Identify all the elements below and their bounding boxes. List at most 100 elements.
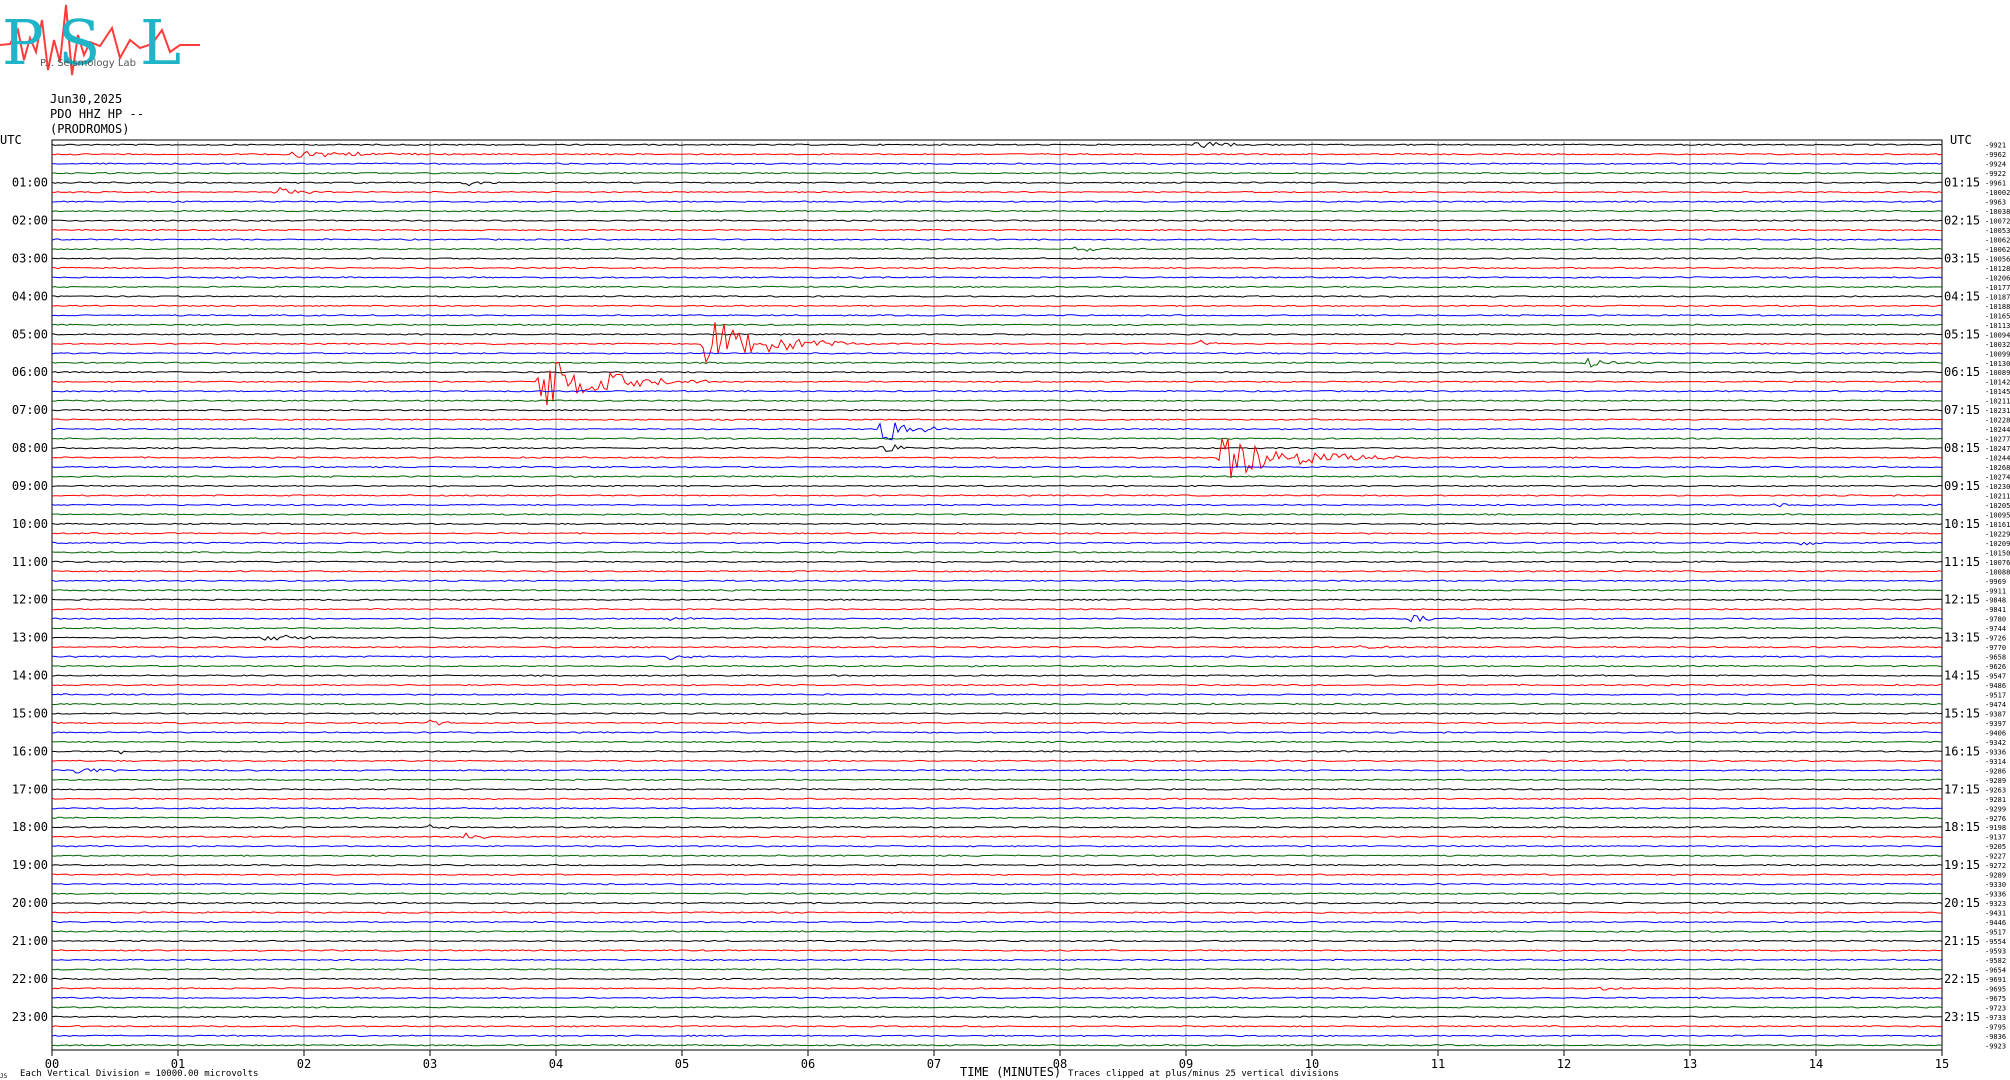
- left-hour-label: 11:00: [12, 555, 48, 569]
- row-offset-label: -9961: [1985, 180, 2006, 188]
- row-offset-label: -10145: [1985, 388, 2010, 396]
- trace-row: [51, 1025, 1943, 1028]
- row-offset-label: -10205: [1985, 502, 2010, 510]
- trace-row: [51, 664, 1943, 668]
- trace-row: [51, 532, 1943, 535]
- row-offset-label: -9281: [1985, 796, 2006, 804]
- trace-row: [51, 141, 1943, 149]
- row-offset-label: -9517: [1985, 929, 2006, 937]
- row-offset-label: -10231: [1985, 407, 2010, 415]
- row-offset-label: -9923: [1985, 1042, 2006, 1050]
- row-offset-label: -9198: [1985, 824, 2006, 832]
- row-offset-label: -9205: [1985, 843, 2006, 851]
- trace-row: [51, 246, 1943, 252]
- row-offset-label: -9770: [1985, 644, 2006, 652]
- right-hour-label: 01:15: [1944, 176, 1980, 190]
- trace-row: [51, 399, 1943, 402]
- left-hour-label: 19:00: [12, 858, 48, 872]
- trace-row: [51, 958, 1943, 962]
- trace-row: [51, 304, 1943, 308]
- trace-row: [52, 257, 1943, 260]
- right-hour-label: 06:15: [1944, 365, 1980, 379]
- trace-row: [51, 626, 1943, 630]
- row-offset-label: -9593: [1985, 947, 2006, 955]
- right-hour-label: 09:15: [1944, 479, 1980, 493]
- right-hour-label: 22:15: [1944, 972, 1980, 986]
- row-offset-label: -9654: [1985, 966, 2006, 974]
- trace-row: [51, 570, 1943, 573]
- row-offset-label: -9733: [1985, 1014, 2006, 1022]
- left-hour-label: 22:00: [12, 972, 48, 986]
- trace-row: [51, 977, 1943, 981]
- right-hour-label: 15:15: [1944, 706, 1980, 720]
- right-hour-label: 02:15: [1944, 214, 1980, 228]
- row-offset-label: -9924: [1985, 161, 2006, 169]
- trace-row: [51, 588, 1943, 592]
- left-utc-label: UTC: [0, 133, 22, 147]
- trace-row: [51, 797, 1943, 801]
- trace-row: [51, 892, 1942, 895]
- right-hour-label: 19:15: [1944, 858, 1980, 872]
- trace-row: [51, 930, 1943, 933]
- row-offset-label: -9744: [1985, 625, 2006, 633]
- trace-row: [51, 314, 1943, 317]
- row-offset-label: -10088: [1985, 568, 2010, 576]
- trace-row: [51, 634, 1943, 641]
- row-offset-label: -9446: [1985, 919, 2006, 927]
- trace-row: [51, 816, 1943, 820]
- row-offset-label: -10089: [1985, 369, 2010, 377]
- left-hour-label: 13:00: [12, 631, 48, 645]
- trace-row: [51, 408, 1943, 412]
- row-offset-label: -10062: [1985, 246, 2010, 254]
- row-offset-label: -9486: [1985, 682, 2006, 690]
- trace-row: [51, 150, 1943, 158]
- row-offset-label: -10053: [1985, 227, 2010, 235]
- left-hour-label: 16:00: [12, 744, 48, 758]
- trace-row: [51, 465, 1942, 469]
- row-offset-label: -9922: [1985, 170, 2006, 178]
- x-tick-label: 06: [801, 1057, 815, 1071]
- row-offset-label: -10113: [1985, 322, 2010, 330]
- row-offset-label: -9323: [1985, 900, 2006, 908]
- left-hour-label: 07:00: [12, 403, 48, 417]
- row-offset-label: -10095: [1985, 511, 2010, 519]
- row-offset-label: -9795: [1985, 1023, 2006, 1031]
- trace-row: [51, 719, 1943, 726]
- traces: [51, 141, 1943, 1047]
- left-hour-label: 17:00: [12, 782, 48, 796]
- trace-row: [51, 683, 1943, 687]
- x-tick-label: 14: [1809, 1057, 1823, 1071]
- trace-row: [51, 1043, 1943, 1047]
- row-offset-label: -10244: [1985, 455, 2010, 463]
- trace-row: [51, 503, 1943, 508]
- row-offset-label: -9517: [1985, 692, 2006, 700]
- trace-row: [51, 759, 1943, 763]
- trace-row: [51, 295, 1943, 298]
- trace-row: [51, 807, 1943, 810]
- trace-row: [52, 607, 1943, 611]
- row-offset-label: -10244: [1985, 426, 2010, 434]
- left-hour-label: 23:00: [12, 1010, 48, 1024]
- row-offset-label: -10165: [1985, 312, 2010, 320]
- trace-row: [51, 1015, 1943, 1019]
- row-offset-label: -9780: [1985, 616, 2006, 624]
- right-hour-label: 20:15: [1944, 896, 1980, 910]
- row-offset-label: -10230: [1985, 483, 2010, 491]
- row-offset-label: -10130: [1985, 360, 2010, 368]
- row-offset-label: -9272: [1985, 862, 2006, 870]
- row-offset-label: -10038: [1985, 208, 2010, 216]
- row-offset-label: -9554: [1985, 938, 2006, 946]
- trace-row: [51, 1034, 1943, 1038]
- right-hour-label: 23:15: [1944, 1010, 1980, 1024]
- row-offset-label: -9723: [1985, 1004, 2006, 1012]
- row-offset-label: -10211: [1985, 398, 2010, 406]
- right-hour-label: 18:15: [1944, 820, 1980, 834]
- trace-row: [51, 598, 1943, 601]
- row-offset-label: -9726: [1985, 635, 2006, 643]
- trace-row: [51, 788, 1943, 791]
- right-hour-label: 04:15: [1944, 289, 1980, 303]
- trace-row: [51, 873, 1943, 876]
- row-offset-label: -10099: [1985, 350, 2010, 358]
- row-offset-label: -9342: [1985, 739, 2006, 747]
- trace-row: [51, 422, 1943, 441]
